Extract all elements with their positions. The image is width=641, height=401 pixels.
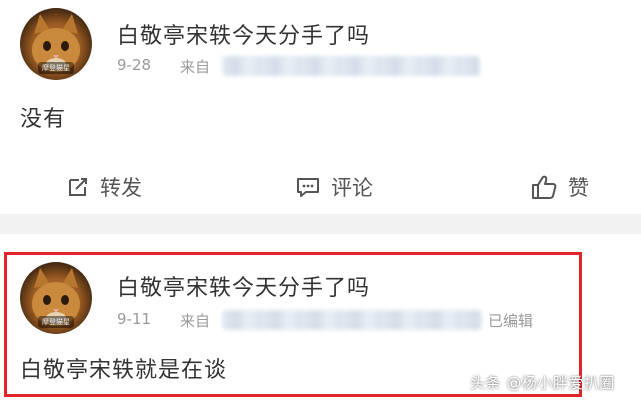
like-button[interactable]: 赞	[530, 172, 589, 202]
repost-button[interactable]: 转发	[66, 172, 142, 202]
avatar-tag: 摩登猫星	[38, 62, 74, 74]
avatar[interactable]: 摩登猫星	[20, 8, 92, 80]
avatar-tag: 摩登猫星	[38, 316, 74, 328]
blurred-source	[222, 56, 480, 76]
comment-icon	[297, 178, 319, 197]
post-username[interactable]: 白敬亭宋轶今天分手了吗	[117, 18, 370, 50]
post-source-label: 来自	[180, 58, 211, 76]
post-content: 没有	[20, 107, 67, 132]
comment-label: 评论	[331, 176, 373, 200]
comment-button[interactable]: 评论	[295, 172, 373, 202]
avatar[interactable]: 摩登猫星	[20, 262, 92, 334]
thumbs-up-icon	[532, 175, 557, 199]
repost-label: 转发	[100, 176, 142, 200]
post-content: 白敬亭宋轶就是在谈	[20, 358, 228, 383]
repost-icon	[69, 178, 87, 196]
edited-label: 已编辑	[488, 312, 534, 330]
post-date: 9-28	[117, 56, 152, 74]
blurred-source	[222, 310, 482, 330]
post-separator	[0, 214, 641, 234]
post-date: 9-11	[117, 310, 152, 328]
watermark: 头条 @杨小胖爱扒圈	[470, 374, 615, 392]
post-source-label: 来自	[180, 312, 211, 330]
like-label: 赞	[568, 176, 589, 200]
post-username[interactable]: 白敬亭宋轶今天分手了吗	[117, 270, 370, 302]
